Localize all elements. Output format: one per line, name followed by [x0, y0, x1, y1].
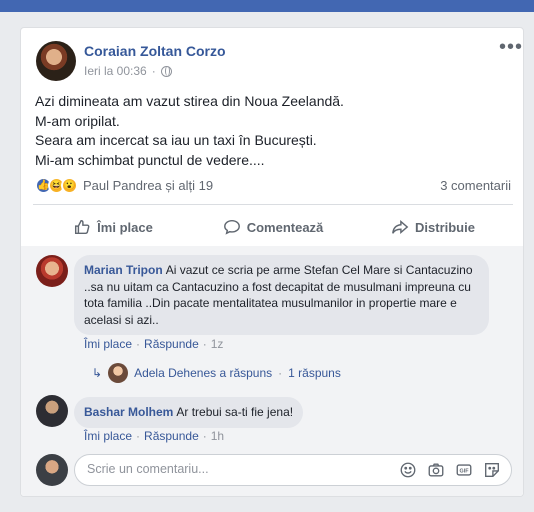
- post-meta: Ieri la 00:36 ·: [84, 64, 172, 78]
- sticker-icon[interactable]: [483, 461, 501, 479]
- globe-icon[interactable]: [160, 65, 172, 77]
- reply-author-avatar: [108, 363, 129, 383]
- comment-bubble-icon: [223, 219, 240, 235]
- comment-age[interactable]: 1z: [211, 337, 224, 351]
- post-text-line: M-am oripilat.: [35, 112, 120, 129]
- emoji-icon[interactable]: [399, 461, 417, 479]
- top-navigation-bar: [0, 0, 534, 12]
- post-actions: Îmi place Comentează Distribuie: [33, 208, 513, 246]
- reply-author-text[interactable]: Adela Dehenes a răspuns: [134, 366, 272, 380]
- share-arrow-icon: [392, 220, 409, 234]
- comment-like-link[interactable]: Îmi place: [84, 429, 132, 443]
- reply-count[interactable]: 1 răspuns: [288, 366, 341, 380]
- comment-like-link[interactable]: Îmi place: [84, 337, 132, 351]
- comment-age[interactable]: 1h: [211, 429, 224, 443]
- comment-reply-link[interactable]: Răspunde: [144, 429, 199, 443]
- comment-text: Ar trebui sa-ti fie jena!: [176, 405, 294, 419]
- comment-author[interactable]: Bashar Molhem: [84, 405, 173, 419]
- comment-label: Comentează: [246, 219, 324, 235]
- share-label: Distribuie: [415, 219, 475, 235]
- comment-input-box: GIF: [74, 454, 512, 486]
- post-text-line: Mi-am schimbat punctul de vedere....: [35, 151, 265, 168]
- comment-meta: Îmi place · Răspunde · 1z: [84, 337, 224, 351]
- comment-author[interactable]: Marian Tripon: [84, 263, 163, 277]
- commenter-avatar[interactable]: [36, 255, 68, 287]
- more-options-icon[interactable]: •••: [499, 37, 523, 57]
- post-card: Coraian Zoltan Corzo Ieri la 00:36 · •••…: [20, 27, 524, 497]
- post-body: Azi dimineata am vazut stirea din Noua Z…: [35, 92, 505, 170]
- author-avatar[interactable]: [36, 41, 76, 81]
- svg-text:GIF: GIF: [460, 469, 470, 475]
- comment-bubble: Bashar Molhem Ar trebui sa-ti fie jena!: [74, 397, 304, 428]
- comment-bubble: Marian Tripon Ai vazut ce scria pe arme S…: [74, 255, 489, 335]
- post-text-line: Seara am incercat sa iau un taxi în Bucu…: [35, 132, 317, 148]
- reply-arrow-icon: ↳: [92, 366, 103, 380]
- share-button[interactable]: Distribuie: [353, 208, 513, 246]
- comment-reply-link[interactable]: Răspunde: [144, 337, 199, 351]
- reactions-names[interactable]: Paul Pandrea și alți 19: [83, 178, 213, 193]
- gif-icon[interactable]: GIF: [455, 461, 473, 479]
- current-user-avatar: [36, 454, 68, 486]
- thumbs-up-icon: [75, 219, 90, 235]
- comments-count[interactable]: 3 comentarii: [440, 178, 511, 193]
- like-button[interactable]: Îmi place: [33, 208, 193, 246]
- comment-button[interactable]: Comentează: [193, 208, 353, 246]
- input-icons: GIF: [399, 461, 501, 479]
- post-text-line: Azi dimineata am vazut stirea din Noua Z…: [35, 93, 344, 109]
- post-author-name[interactable]: Coraian Zoltan Corzo: [84, 43, 226, 59]
- camera-icon[interactable]: [427, 461, 445, 479]
- wow-reaction-icon: 😮: [61, 177, 78, 194]
- comment-input[interactable]: [87, 462, 377, 476]
- commenter-avatar[interactable]: [36, 395, 68, 427]
- left-gutter: [0, 12, 6, 512]
- reactions-summary[interactable]: 👍 😆 😮 Paul Pandrea și alți 19: [35, 177, 213, 194]
- divider: [33, 204, 513, 205]
- like-label: Îmi place: [97, 219, 153, 235]
- post-timestamp[interactable]: Ieri la 00:36: [84, 64, 147, 78]
- comment-meta: Îmi place · Răspunde · 1h: [84, 429, 225, 443]
- replies-summary[interactable]: ↳ Adela Dehenes a răspuns · 1 răspuns: [92, 363, 341, 383]
